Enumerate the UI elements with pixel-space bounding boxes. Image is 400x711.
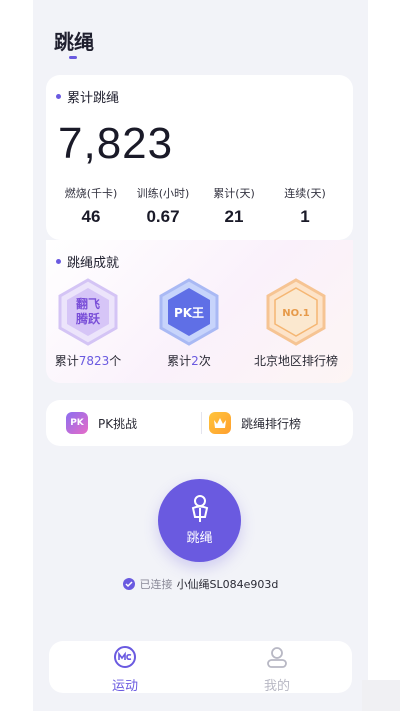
page-title: 跳绳 — [54, 30, 94, 54]
total-jumps-card[interactable]: 累计跳绳 7,823 燃烧(千卡) 46 训练(小时) 0.67 累计(天) 2… — [46, 75, 353, 240]
stat-training-hours: 训练(小时) 0.67 — [128, 185, 198, 227]
achievements-section-title: 跳绳成就 — [67, 256, 120, 271]
pk-icon: PK — [66, 412, 88, 434]
badge-text: PK王 — [174, 306, 204, 320]
stat-value: 21 — [224, 207, 244, 226]
achievements-card[interactable]: 跳绳成就 翻飞 腾跃 累计7823个 PK王 累计2次 NO.1 北京地区排行榜 — [46, 240, 353, 383]
start-jump-label: 跳绳 — [186, 531, 213, 546]
stat-label: 累计(天) — [213, 187, 255, 200]
no1-badge-icon: NO.1 — [266, 278, 326, 346]
tab-label: 运动 — [111, 679, 138, 694]
pk-king-badge-icon: PK王 — [159, 278, 219, 346]
start-jump-button[interactable]: 跳绳 — [158, 479, 241, 562]
ranking-button[interactable]: 跳绳排行榜 — [209, 400, 301, 446]
corner-artifact — [362, 680, 400, 711]
sport-logo-icon — [114, 646, 136, 668]
device-name: 小仙绳SL084e903d — [176, 578, 279, 591]
tab-label: 我的 — [263, 679, 290, 694]
badge-text-line2: 腾跃 — [75, 311, 101, 326]
badge-label-value: 7823 — [78, 354, 110, 368]
stat-label: 训练(小时) — [136, 187, 190, 200]
actions-card: PK PK挑战 跳绳排行榜 — [46, 400, 353, 446]
jump-rope-icon — [191, 495, 208, 522]
achievements-section-header: 跳绳成就 — [56, 252, 119, 271]
section-dot — [56, 94, 61, 99]
badge-label: 北京地区排行榜 — [253, 354, 338, 368]
section-dot — [56, 259, 61, 264]
app-screen: 跳绳 累计跳绳 7,823 燃烧(千卡) 46 训练(小时) 0.67 累计(天… — [33, 0, 368, 711]
stat-label: 燃烧(千卡) — [64, 187, 118, 200]
badge-text-line1: 翻飞 — [76, 296, 100, 311]
tab-mine[interactable]: 我的 — [237, 645, 317, 694]
badge-label: 累计2次 — [167, 354, 211, 368]
stat-total-days: 累计(天) 21 — [199, 185, 269, 227]
total-section-header: 累计跳绳 — [56, 87, 119, 106]
crown-icon — [209, 412, 231, 434]
badge-total-count[interactable]: 翻飞 腾跃 累计7823个 — [38, 278, 138, 369]
badge-label: 累计7823个 — [54, 354, 122, 368]
pk-challenge-label: PK挑战 — [98, 416, 138, 431]
title-underline — [69, 56, 77, 59]
stat-value: 1 — [300, 207, 310, 226]
bottom-tab-bar: 运动 我的 — [49, 641, 352, 694]
badge-label-value: 2 — [191, 354, 199, 368]
tab-sport[interactable]: 运动 — [85, 645, 165, 694]
jump-badge-icon: 翻飞 腾跃 — [58, 278, 118, 346]
connection-status-text: 已连接 — [139, 578, 173, 591]
stat-label: 连续(天) — [284, 187, 326, 200]
badge-text: NO.1 — [282, 308, 309, 319]
divider — [201, 412, 202, 434]
total-section-title: 累计跳绳 — [67, 91, 120, 106]
ranking-label: 跳绳排行榜 — [241, 416, 302, 431]
total-jump-count: 7,823 — [58, 119, 174, 168]
stat-calories: 燃烧(千卡) 46 — [56, 185, 126, 227]
badge-pk-king[interactable]: PK王 累计2次 — [139, 278, 239, 369]
check-icon — [122, 578, 135, 590]
pk-challenge-button[interactable]: PK PK挑战 — [66, 400, 137, 446]
user-icon — [267, 647, 287, 668]
connection-status: 已连接 小仙绳SL084e903d — [33, 576, 368, 592]
stat-value: 46 — [81, 207, 101, 226]
badge-regional-ranking[interactable]: NO.1 北京地区排行榜 — [246, 278, 346, 369]
stat-value: 0.67 — [146, 207, 180, 226]
stat-streak-days: 连续(天) 1 — [270, 185, 340, 227]
